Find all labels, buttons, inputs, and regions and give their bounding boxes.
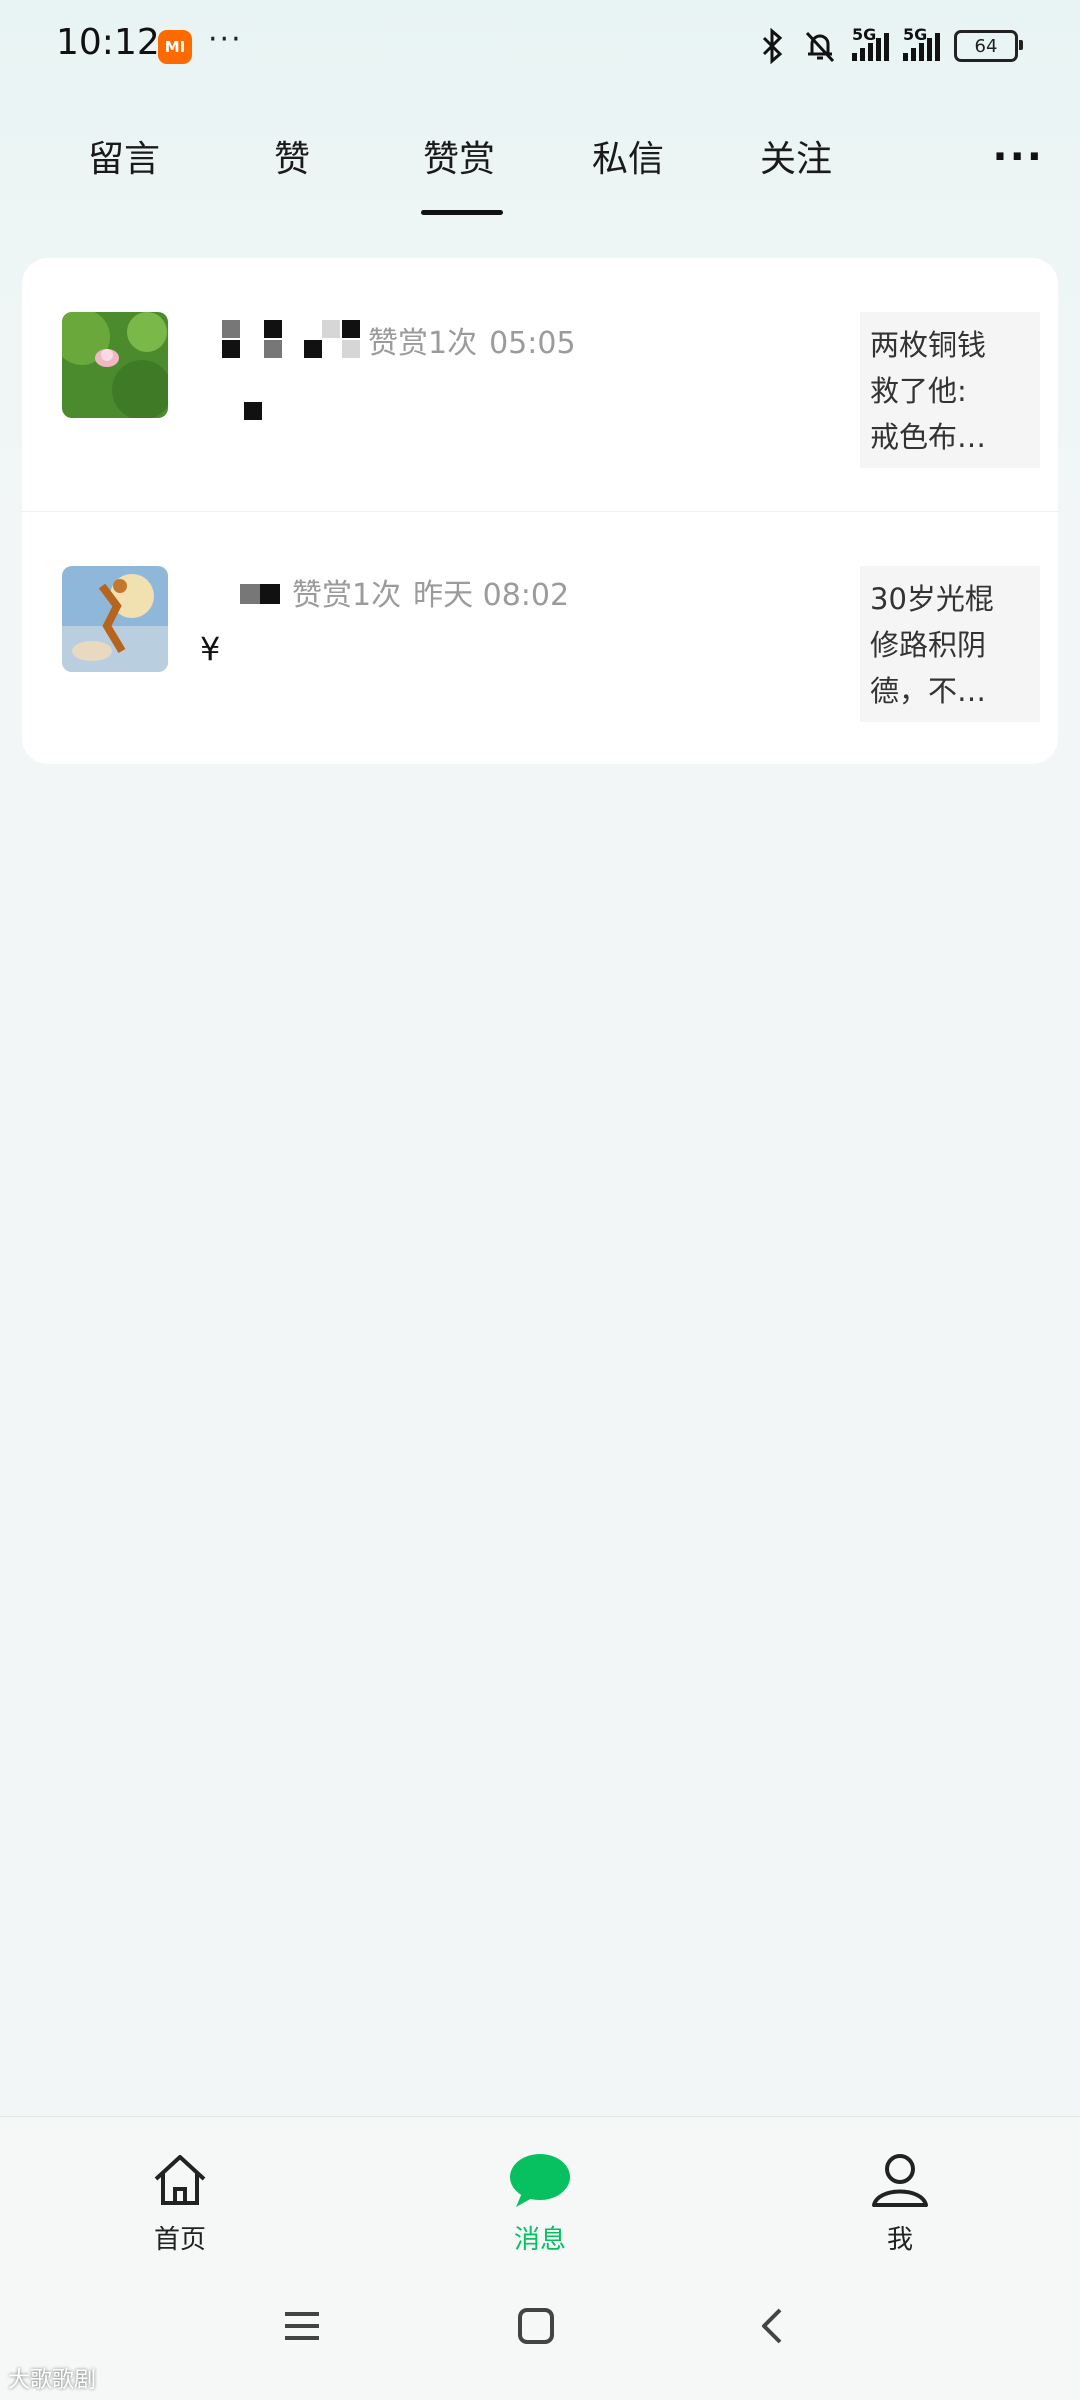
redacted-username <box>342 340 360 358</box>
back-chevron-icon[interactable] <box>752 2306 792 2346</box>
redacted-username <box>260 584 280 604</box>
bottom-navigation: 首页 消息 我 <box>0 2116 1080 2267</box>
lotus-avatar-image <box>62 312 168 418</box>
system-navigation-bar: 大歌歌剧 <box>0 2266 1080 2400</box>
more-options-button[interactable]: ··· <box>992 134 1044 180</box>
nav-me-label: 我 <box>886 2225 913 2255</box>
tab-comments[interactable]: 留言 <box>88 130 160 182</box>
status-bar: 10:12 MI ··· 5G 5G 64 <box>0 0 1080 90</box>
redacted-username <box>304 340 322 358</box>
battery-icon: 64 <box>954 30 1023 62</box>
signal-1-icon: 5G <box>852 25 889 61</box>
tab-rewards[interactable]: 赞赏 <box>423 130 495 182</box>
notification-list: 赞赏1次 05:05 两枚铜钱 救了他: 戒色布… 赞赏1次 昨天 08:02 ¥ … <box>22 258 1058 764</box>
timestamp: 05:05 <box>489 326 576 361</box>
watermark: 大歌歌剧 <box>8 2368 97 2393</box>
tab-follows[interactable]: 关注 <box>760 130 832 182</box>
redacted-username <box>222 340 240 358</box>
redacted-username <box>322 320 340 338</box>
timestamp: 昨天 08:02 <box>413 578 570 613</box>
nav-home-label: 首页 <box>153 2225 206 2255</box>
reward-currency-symbol: ¥ <box>200 630 221 668</box>
person-icon <box>872 2154 928 2207</box>
home-square-icon[interactable] <box>516 2306 556 2346</box>
nav-messages[interactable]: 消息 <box>480 2151 600 2256</box>
article-preview[interactable]: 两枚铜钱 救了他: 戒色布… <box>860 312 1040 468</box>
mi-app-icon: MI <box>158 30 192 64</box>
redacted-username <box>264 320 282 338</box>
nav-messages-label: 消息 <box>513 2225 566 2255</box>
notification-meta: 赞赏1次 昨天 08:02 <box>292 570 569 614</box>
tab-likes[interactable]: 赞 <box>274 130 310 182</box>
action-text: 赞赏1次 <box>292 578 402 613</box>
status-time: 10:12 <box>56 22 160 63</box>
redacted-amount <box>244 402 262 420</box>
status-more-dots: ··· <box>208 22 243 57</box>
chat-bubble-icon <box>510 2154 570 2207</box>
tab-private-messages[interactable]: 私信 <box>592 130 664 182</box>
avatar[interactable] <box>62 312 168 418</box>
nav-home[interactable]: 首页 <box>120 2151 240 2256</box>
notification-row[interactable]: 赞赏1次 昨天 08:02 ¥ 30岁光棍 修路积阴 德，不… <box>22 511 1058 764</box>
home-icon <box>154 2155 206 2205</box>
mute-bell-icon <box>805 31 835 63</box>
nav-me[interactable]: 我 <box>840 2151 960 2256</box>
action-text: 赞赏1次 <box>368 326 478 361</box>
active-tab-indicator <box>421 210 503 215</box>
redacted-username <box>342 320 360 338</box>
notification-meta: 赞赏1次 05:05 <box>368 318 576 362</box>
notification-row[interactable]: 赞赏1次 05:05 两枚铜钱 救了他: 戒色布… <box>22 258 1058 510</box>
tab-bar: 留言 赞 赞赏 私信 关注 ··· <box>0 118 1080 228</box>
redacted-username <box>240 584 260 604</box>
article-preview[interactable]: 30岁光棍 修路积阴 德，不… <box>860 566 1040 722</box>
battery-level: 64 <box>974 35 998 57</box>
sky-avatar-image <box>62 566 168 672</box>
signal-2-icon: 5G <box>903 25 940 61</box>
bluetooth-icon <box>762 28 783 64</box>
redacted-username <box>264 340 282 358</box>
redacted-username <box>222 320 240 338</box>
status-icons: 5G 5G 64 <box>758 25 1023 66</box>
avatar[interactable] <box>62 566 168 672</box>
recents-menu-icon[interactable] <box>282 2306 322 2346</box>
